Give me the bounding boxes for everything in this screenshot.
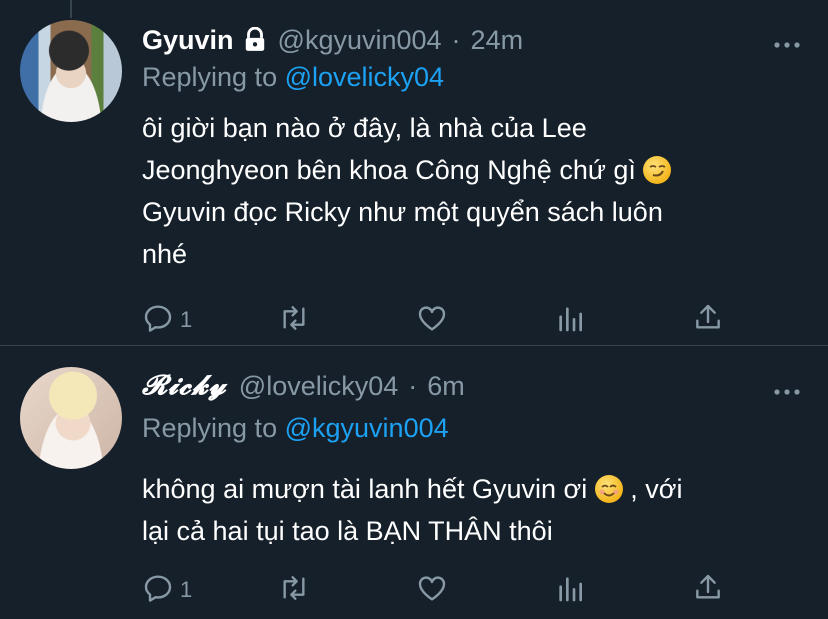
like-button[interactable] (416, 570, 448, 610)
tweet-text-line: không ai mượn tài lanh hết Gyuvin ơi (142, 474, 588, 504)
tweet-text-line-with-emoji: không ai mượn tài lanh hết Gyuvin ơi , v… (142, 468, 792, 510)
reply-button[interactable]: 1 (142, 570, 192, 610)
analytics-button[interactable] (554, 570, 586, 610)
mention-link[interactable]: @kgyuvin004 (285, 413, 449, 443)
tweet-actions: 1 (0, 570, 828, 610)
separator-dot: · (408, 370, 418, 401)
share-button[interactable] (692, 570, 724, 610)
replying-to: Replying to @kgyuvin004 (142, 413, 449, 444)
analytics-icon (554, 572, 586, 609)
reply-icon (142, 572, 174, 609)
retweet-button[interactable] (278, 570, 310, 610)
tweet-text-line: , với (630, 474, 683, 504)
display-name[interactable]: 𝓡𝓲𝓬𝓴𝔂 (142, 370, 227, 402)
more-options-icon[interactable] (774, 383, 800, 395)
reply-count: 1 (180, 577, 193, 602)
tweet-text-line: lại cả hai tụi tao là BẠN THÂN thôi (142, 516, 553, 546)
replying-to-label: Replying to (142, 413, 278, 443)
retweet-icon (278, 572, 310, 609)
share-icon (692, 572, 724, 609)
avatar[interactable] (20, 367, 122, 469)
tweet[interactable]: 𝓡𝓲𝓬𝓴𝔂 @lovelicky04 · 6m Replying to @kgy… (0, 0, 828, 619)
heart-icon (416, 572, 448, 609)
smiling-face-emoji (594, 475, 623, 503)
timestamp[interactable]: 6m (427, 371, 465, 402)
tweet-text: không ai mượn tài lanh hết Gyuvin ơi , v… (142, 468, 792, 552)
user-handle[interactable]: @lovelicky04 (239, 371, 398, 402)
tweet-header: 𝓡𝓲𝓬𝓴𝔂 @lovelicky04 · 6m (142, 369, 465, 403)
